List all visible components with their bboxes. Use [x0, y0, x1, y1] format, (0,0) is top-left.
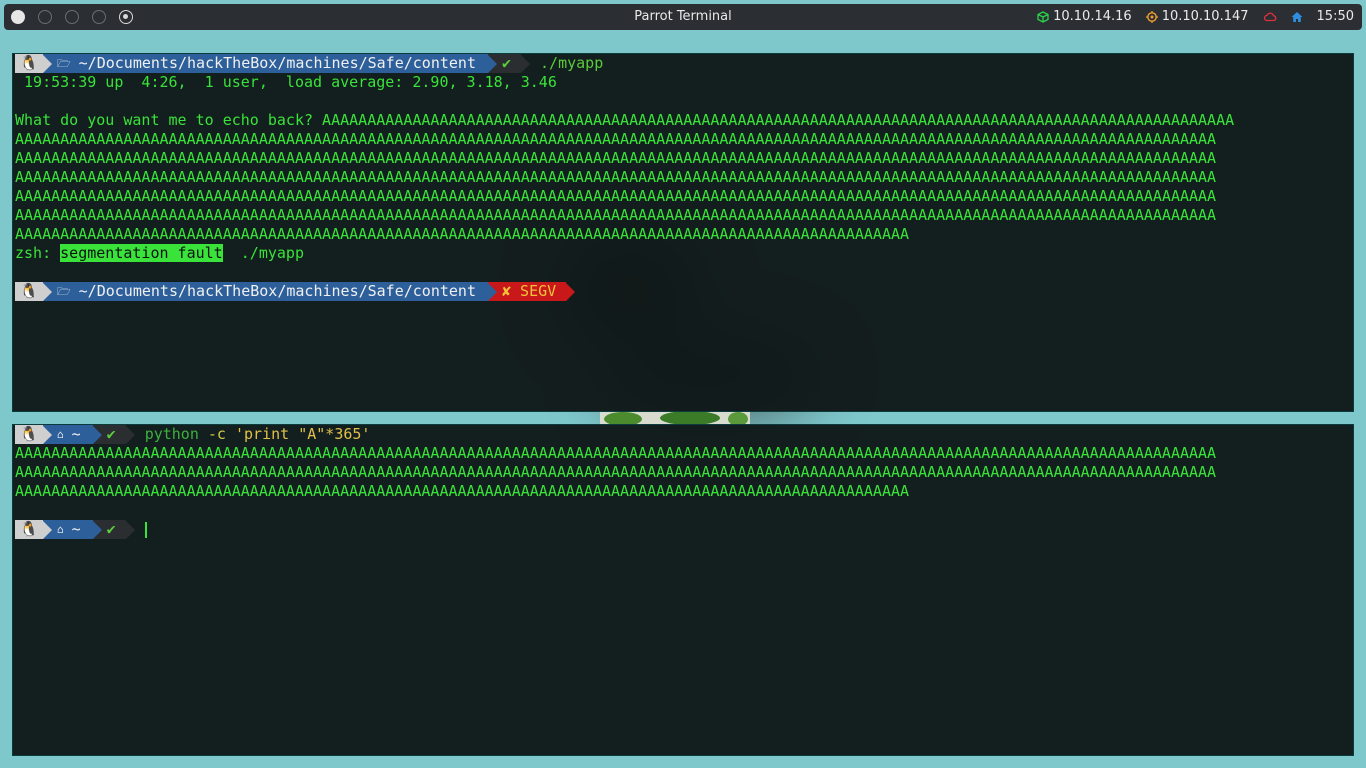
command-text: python -c 'print "A"*365'	[144, 425, 371, 443]
segfault-highlight: segmentation fault	[60, 244, 223, 262]
prompt-path: 🗁 ~/Documents/hackTheBox/machines/Safe/co…	[43, 54, 488, 73]
prompt-line: 🐧 ⌂ ~ ✔ python -c 'print "A"*365'	[15, 425, 1353, 444]
cloud-indicator	[1263, 11, 1281, 23]
terminal-pane-top[interactable]: 🐧 🗁 ~/Documents/hackTheBox/machines/Safe/…	[12, 53, 1354, 412]
prompt-line: 🐧 🗁 ~/Documents/hackTheBox/machines/Safe/…	[15, 282, 1353, 301]
tux-icon: 🐧	[15, 282, 43, 301]
cloud-icon	[1263, 12, 1276, 21]
tux-icon: 🐧	[15, 54, 43, 73]
wallpaper-parrot	[600, 411, 750, 424]
python-output-line: AAAAAAAAAAAAAAAAAAAAAAAAAAAAAAAAAAAAAAAA…	[15, 444, 1217, 462]
status-area: 10.10.14.16 10.10.10.147 15:50	[1023, 9, 1354, 24]
target-ip-indicator: 10.10.10.147	[1145, 9, 1249, 24]
tux-icon: 🐧	[15, 520, 43, 539]
terminal-output: 🐧 ⌂ ~ ✔ python -c 'print "A"*365' AAAAAAA…	[15, 425, 1353, 539]
uptime-output: 19:53:39 up 4:26, 1 user, load average: …	[15, 73, 557, 91]
clock: 15:50	[1316, 9, 1354, 24]
folder-icon: 🗁	[57, 285, 71, 298]
segfault-line: zsh: segmentation fault ./myapp	[15, 244, 304, 262]
target-icon	[1145, 10, 1158, 23]
home-icon	[1291, 11, 1303, 22]
home-icon: ⌂	[57, 428, 64, 441]
prompt-status-error: ✘ SEGV	[488, 282, 567, 301]
top-panel: Parrot Terminal 10.10.14.16 10.10.10.147…	[4, 4, 1362, 30]
tux-icon: 🐧	[15, 425, 43, 444]
echo-line: AAAAAAAAAAAAAAAAAAAAAAAAAAAAAAAAAAAAAAAA…	[15, 130, 1217, 148]
target-ip: 10.10.10.147	[1161, 9, 1249, 24]
prompt-line-active[interactable]: 🐧 ⌂ ~ ✔	[15, 520, 1353, 539]
home-icon: ⌂	[57, 523, 64, 536]
prompt-path: 🗁 ~/Documents/hackTheBox/machines/Safe/co…	[43, 282, 488, 301]
echo-line: AAAAAAAAAAAAAAAAAAAAAAAAAAAAAAAAAAAAAAAA…	[15, 225, 910, 243]
python-output-line: AAAAAAAAAAAAAAAAAAAAAAAAAAAAAAAAAAAAAAAA…	[15, 463, 1217, 481]
echo-line: AAAAAAAAAAAAAAAAAAAAAAAAAAAAAAAAAAAAAAAA…	[15, 149, 1217, 167]
echo-line: AAAAAAAAAAAAAAAAAAAAAAAAAAAAAAAAAAAAAAAA…	[15, 206, 1217, 224]
prompt-line: 🐧 🗁 ~/Documents/hackTheBox/machines/Safe/…	[15, 54, 1353, 73]
vpn-ip-indicator: 10.10.14.16	[1037, 9, 1132, 24]
echo-line: What do you want me to echo back? AAAAAA…	[15, 111, 1235, 129]
terminal-pane-bottom[interactable]: 🐧 ⌂ ~ ✔ python -c 'print "A"*365' AAAAAAA…	[12, 424, 1354, 756]
folder-icon: 🗁	[57, 57, 71, 70]
home-indicator[interactable]	[1291, 11, 1307, 23]
terminal-output: 🐧 🗁 ~/Documents/hackTheBox/machines/Safe/…	[15, 54, 1353, 301]
vpn-ip: 10.10.14.16	[1053, 9, 1132, 24]
command-text: ./myapp	[540, 54, 604, 72]
text-cursor[interactable]	[144, 521, 147, 538]
cube-icon	[1037, 10, 1049, 23]
echo-line: AAAAAAAAAAAAAAAAAAAAAAAAAAAAAAAAAAAAAAAA…	[15, 168, 1217, 186]
python-output-line: AAAAAAAAAAAAAAAAAAAAAAAAAAAAAAAAAAAAAAAA…	[15, 482, 910, 500]
echo-line: AAAAAAAAAAAAAAAAAAAAAAAAAAAAAAAAAAAAAAAA…	[15, 187, 1217, 205]
